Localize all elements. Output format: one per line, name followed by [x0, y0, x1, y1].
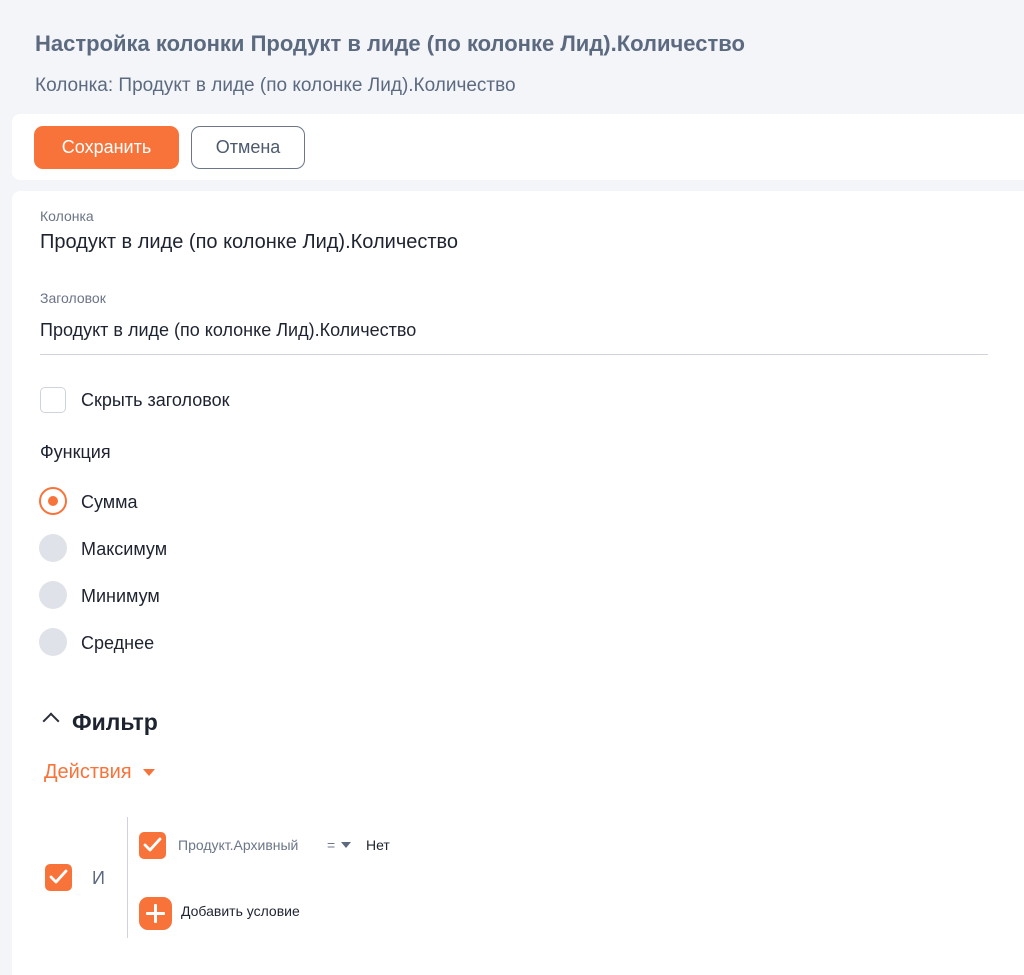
hide-title-checkbox[interactable] — [40, 387, 66, 413]
title-label: Заголовок — [40, 290, 106, 306]
save-button[interactable]: Сохранить — [34, 126, 179, 169]
group-divider — [127, 817, 128, 938]
page-title: Настройка колонки Продукт в лиде (по кол… — [35, 31, 745, 56]
radio-max-label[interactable]: Максимум — [81, 539, 167, 560]
actions-label: Действия — [44, 761, 132, 783]
check-icon — [143, 837, 162, 852]
title-input-underline — [40, 354, 988, 355]
column-label: Колонка — [40, 208, 94, 224]
condition-value[interactable]: Нет — [366, 837, 390, 853]
group-checkbox[interactable] — [45, 864, 72, 891]
caret-down-icon — [142, 769, 155, 776]
caret-down-icon — [341, 842, 352, 848]
group-operator[interactable]: И — [92, 868, 105, 889]
settings-panel: Колонка Продукт в лиде (по колонке Лид).… — [12, 191, 1024, 975]
condition-field[interactable]: Продукт.Архивный — [178, 837, 298, 853]
cancel-button[interactable]: Отмена — [191, 126, 305, 169]
hide-title-label[interactable]: Скрыть заголовок — [81, 390, 229, 411]
radio-max[interactable] — [39, 534, 67, 562]
condition-checkbox[interactable] — [139, 832, 166, 859]
radio-min[interactable] — [39, 581, 67, 609]
column-value: Продукт в лиде (по колонке Лид).Количест… — [40, 231, 459, 253]
toolbar: Сохранить Отмена — [12, 114, 1024, 180]
radio-sum[interactable] — [39, 487, 67, 515]
condition-operator-label: = — [327, 837, 336, 853]
check-icon — [49, 869, 68, 884]
page-subtitle: Колонка: Продукт в лиде (по колонке Лид)… — [35, 75, 516, 96]
radio-min-label[interactable]: Минимум — [81, 586, 160, 607]
radio-sum-label[interactable]: Сумма — [81, 492, 138, 513]
add-condition-label[interactable]: Добавить условие — [181, 903, 300, 919]
condition-operator[interactable]: = — [327, 837, 352, 853]
function-label: Функция — [40, 442, 111, 462]
radio-avg-label[interactable]: Среднее — [81, 633, 154, 654]
chevron-up-icon[interactable] — [42, 712, 60, 730]
page-header: Настройка колонки Продукт в лиде (по кол… — [0, 0, 1024, 114]
title-input[interactable]: Продукт в лиде (по колонке Лид).Количест… — [40, 320, 416, 341]
filter-section-title[interactable]: Фильтр — [72, 709, 158, 736]
radio-avg[interactable] — [39, 628, 67, 656]
add-condition-button[interactable] — [139, 897, 172, 930]
actions-dropdown[interactable]: Действия — [44, 761, 155, 784]
